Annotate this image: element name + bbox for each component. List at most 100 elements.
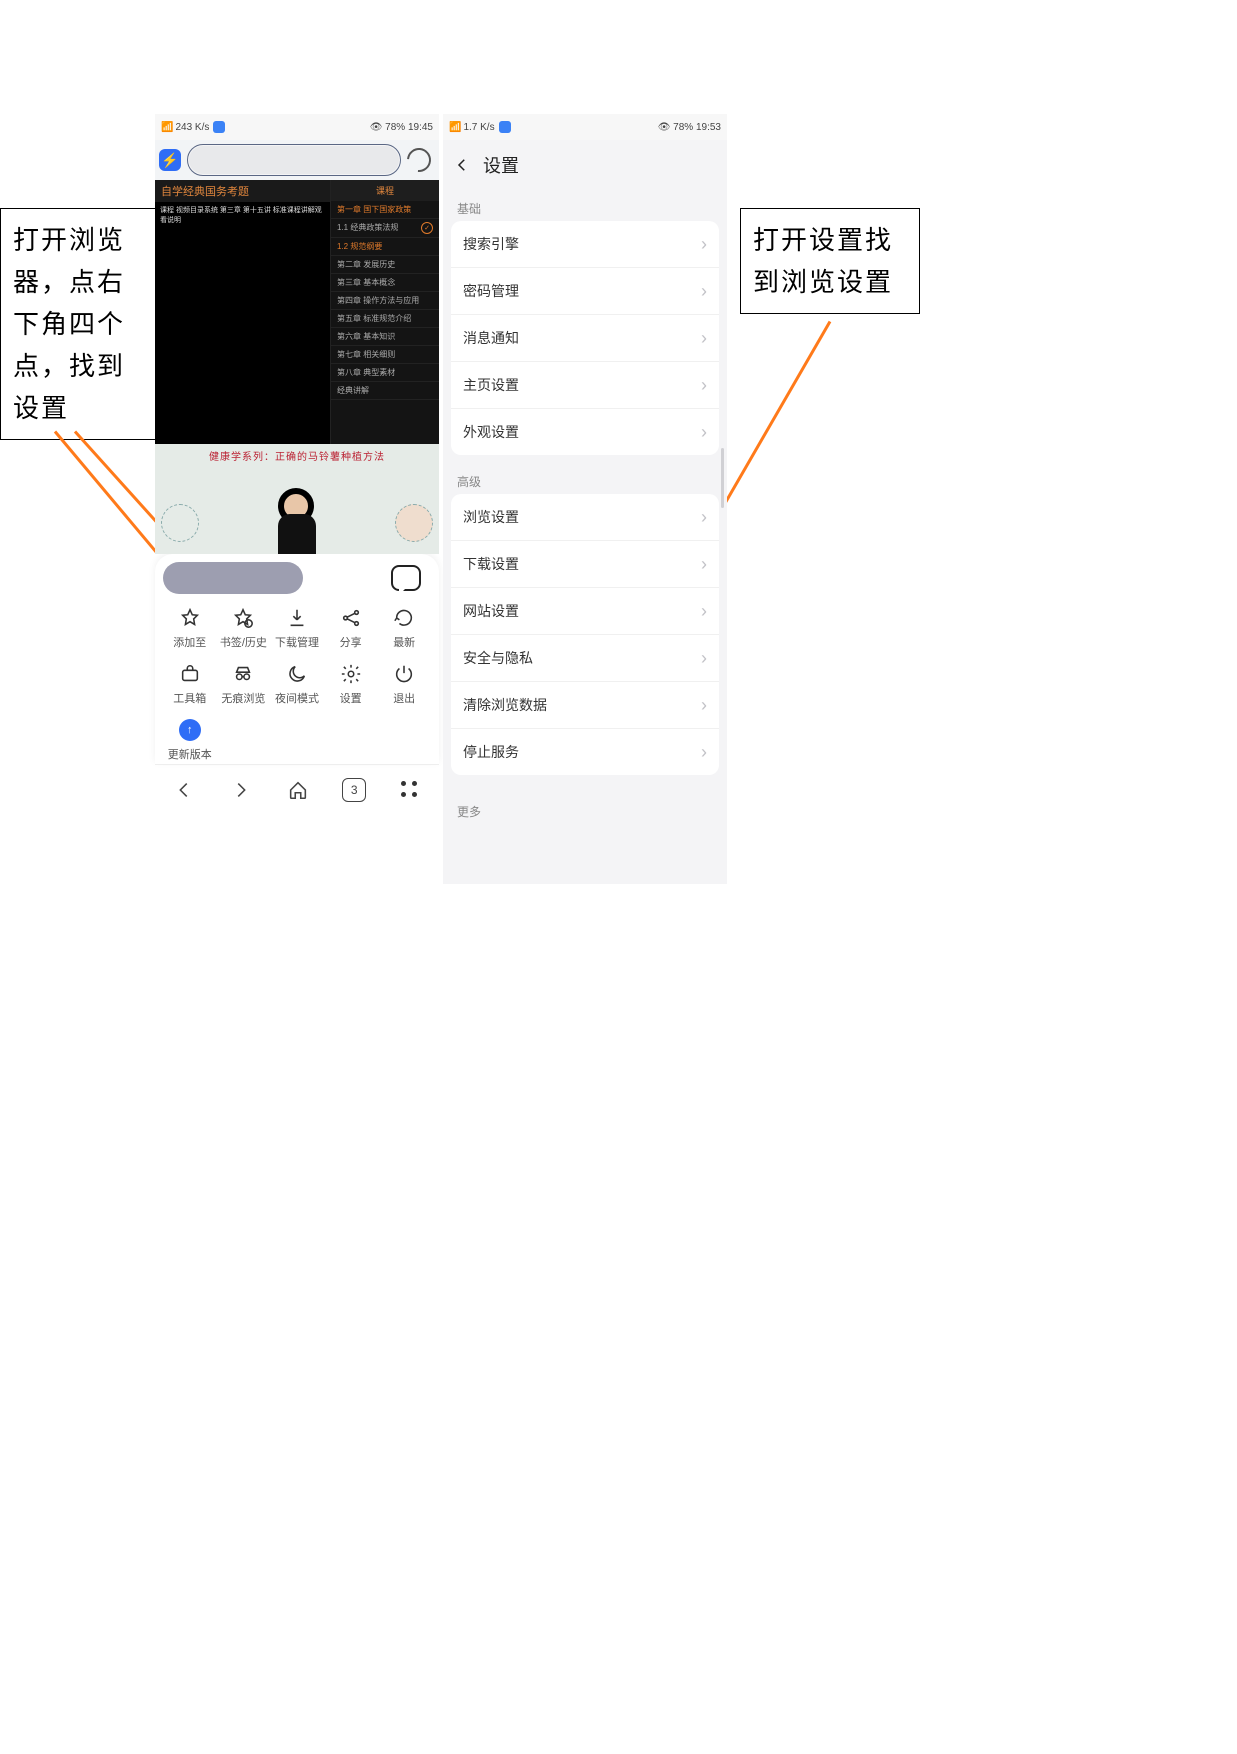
- share-icon: [324, 604, 378, 632]
- scroll-indicator[interactable]: [721, 448, 724, 508]
- nav-tabs-button[interactable]: 3: [342, 778, 366, 802]
- course-menu-item[interactable]: 第二章 发展历史: [331, 256, 439, 274]
- settings-adv-label: 停止服务: [463, 742, 519, 762]
- address-blur[interactable]: [187, 144, 401, 176]
- browser-menu-sheet: 添加至书签/历史下载管理分享最新工具箱无痕浏览夜间模式设置退出 ↑更新版本: [155, 554, 439, 764]
- settings-adv-row[interactable]: 清除浏览数据 ›: [451, 682, 719, 729]
- settings-basic-label: 消息通知: [463, 328, 519, 348]
- nav-home-button[interactable]: [285, 777, 311, 803]
- settings-adv-row[interactable]: 浏览设置›: [451, 494, 719, 541]
- course-menu-label: 第六章 基本知识: [337, 331, 395, 342]
- content-menu[interactable]: 课程 第一章 国下国家政策 1.1 经典政策法规 ✓ 1.2 规范纲要第二章 发展历史…: [330, 180, 439, 444]
- menu-item-label: 最新: [377, 634, 431, 650]
- course-menu-item[interactable]: 1.2 规范纲要: [331, 238, 439, 256]
- menu-item-upload-round[interactable]: ↑更新版本: [163, 716, 217, 762]
- menu-item-toolbox[interactable]: 工具箱: [163, 660, 217, 706]
- net-speed: 1.7 K/s: [463, 122, 494, 133]
- menu-item-download[interactable]: 下载管理: [270, 604, 324, 650]
- menu-item-moon[interactable]: 夜间模式: [270, 660, 324, 706]
- settings-adv-label: 清除浏览数据: [463, 695, 547, 715]
- settings-basic-row[interactable]: 搜索引擎›: [451, 221, 719, 268]
- incognito-icon: [217, 660, 271, 688]
- menu-item-label: 夜间模式: [270, 690, 324, 706]
- menu-item-label: 退出: [377, 690, 431, 706]
- net-speed: 243 K/s: [175, 122, 209, 133]
- settings-basic-label: 外观设置: [463, 422, 519, 442]
- menu-grid: 添加至书签/历史下载管理分享最新工具箱无痕浏览夜间模式设置退出 ↑更新版本: [163, 604, 431, 762]
- battery-pct: 78% 19:53: [673, 122, 721, 133]
- course-menu-item[interactable]: 第七章 相关细则: [331, 346, 439, 364]
- course-menu-label: 第一章 国下国家政策: [337, 204, 411, 215]
- nav-forward-button[interactable]: [228, 777, 254, 803]
- course-menu-label: 经典讲解: [337, 385, 369, 396]
- menu-item-label: 工具箱: [163, 690, 217, 706]
- diagram-circle-icon: [161, 504, 199, 542]
- menu-item-share[interactable]: 分享: [324, 604, 378, 650]
- chevron-right-icon: ›: [701, 696, 707, 714]
- star-clock-icon: [217, 604, 271, 632]
- course-menu-item[interactable]: 1.1 经典政策法规 ✓: [331, 219, 439, 238]
- course-menu-label: 1.1 经典政策法规: [337, 222, 398, 234]
- check-icon: ✓: [421, 222, 433, 234]
- course-menu-label: 第二章 发展历史: [337, 259, 395, 270]
- page-banner: 自学经典国务考题: [155, 180, 330, 203]
- settings-adv-row[interactable]: 停止服务›: [451, 729, 719, 775]
- status-dot-icon: [499, 121, 511, 133]
- star-outline-icon: [163, 604, 217, 632]
- settings-adv-row[interactable]: 下载设置›: [451, 541, 719, 588]
- chevron-right-icon: ›: [701, 602, 707, 620]
- diagram-circle-icon: [395, 504, 433, 542]
- chevron-right-icon: ›: [701, 282, 707, 300]
- settings-basic-row[interactable]: 主页设置 ›: [451, 362, 719, 409]
- course-menu-label: 第四章 操作方法与应用: [337, 295, 419, 306]
- menu-item-incognito[interactable]: 无痕浏览: [217, 660, 271, 706]
- toolbox-icon: [163, 660, 217, 688]
- status-left: 📶 243 K/s: [161, 121, 227, 133]
- nav-menu-four-dots[interactable]: [397, 777, 423, 803]
- menu-header: 课程: [331, 180, 439, 201]
- course-menu-item[interactable]: 第一章 国下国家政策: [331, 201, 439, 219]
- settings-basic-row[interactable]: 消息通知›: [451, 315, 719, 362]
- menu-item-star-outline[interactable]: 添加至: [163, 604, 217, 650]
- back-button[interactable]: [453, 156, 471, 174]
- course-menu-item[interactable]: 第三章 基本概念: [331, 274, 439, 292]
- account-blur[interactable]: [163, 562, 303, 594]
- settings-adv-label: 浏览设置: [463, 507, 519, 527]
- settings-adv-label: 下载设置: [463, 554, 519, 574]
- bolt-icon[interactable]: ⚡: [159, 149, 181, 171]
- course-menu-item[interactable]: 第五章 标准规范介绍: [331, 310, 439, 328]
- settings-basic-row[interactable]: 密码管理›: [451, 268, 719, 315]
- presenter-figure: [274, 488, 320, 554]
- menu-item-refresh[interactable]: 最新: [377, 604, 431, 650]
- course-menu-item[interactable]: 经典讲解: [331, 382, 439, 400]
- settings-basic-row[interactable]: 外观设置›: [451, 409, 719, 455]
- course-menu-label: 第五章 标准规范介绍: [337, 313, 411, 324]
- menu-item-star-clock[interactable]: 书签/历史: [217, 604, 271, 650]
- nav-back-button[interactable]: [171, 777, 197, 803]
- battery-pct: 78% 19:45: [385, 122, 433, 133]
- refresh-icon: [377, 604, 431, 632]
- settings-adv-row[interactable]: 网站设置›: [451, 588, 719, 635]
- messages-icon[interactable]: [391, 565, 421, 591]
- video-thumbnail[interactable]: 健康学系列：正确的马铃薯种植方法: [155, 444, 439, 554]
- course-menu-item[interactable]: 第六章 基本知识: [331, 328, 439, 346]
- settings-adv-label: 安全与隐私: [463, 648, 533, 668]
- settings-basic-label: 主页设置: [463, 375, 519, 395]
- settings-adv-row[interactable]: 安全与隐私›: [451, 635, 719, 682]
- settings-header: 设置: [443, 140, 727, 194]
- course-menu-item[interactable]: 第八章 典型素材: [331, 364, 439, 382]
- settings-adv-list: 浏览设置›下载设置›网站设置›安全与隐私›清除浏览数据›停止服务›: [451, 494, 719, 775]
- menu-item-power[interactable]: 退出: [377, 660, 431, 706]
- phone-screenshot-settings: 📶 1.7 K/s 👁 78% 19:53 设置 基础 搜索引擎›密码管理›消息…: [443, 114, 727, 884]
- status-left: 📶 1.7 K/s: [449, 121, 513, 133]
- browser-address-bar[interactable]: ⚡: [155, 140, 439, 180]
- menu-item-gear[interactable]: 设置: [324, 660, 378, 706]
- phone-screenshot-browser: 📶 243 K/s 👁 78% 19:45 ⚡ 自学经典国务考题 课程 视频目录…: [155, 114, 439, 884]
- settings-basic-label: 搜索引擎: [463, 234, 519, 254]
- reload-icon[interactable]: [402, 143, 436, 177]
- menu-item-label: 下载管理: [270, 634, 324, 650]
- chevron-right-icon: ›: [701, 376, 707, 394]
- course-menu-item[interactable]: 第四章 操作方法与应用: [331, 292, 439, 310]
- menu-item-label: 添加至: [163, 634, 217, 650]
- menu-item-label: 分享: [324, 634, 378, 650]
